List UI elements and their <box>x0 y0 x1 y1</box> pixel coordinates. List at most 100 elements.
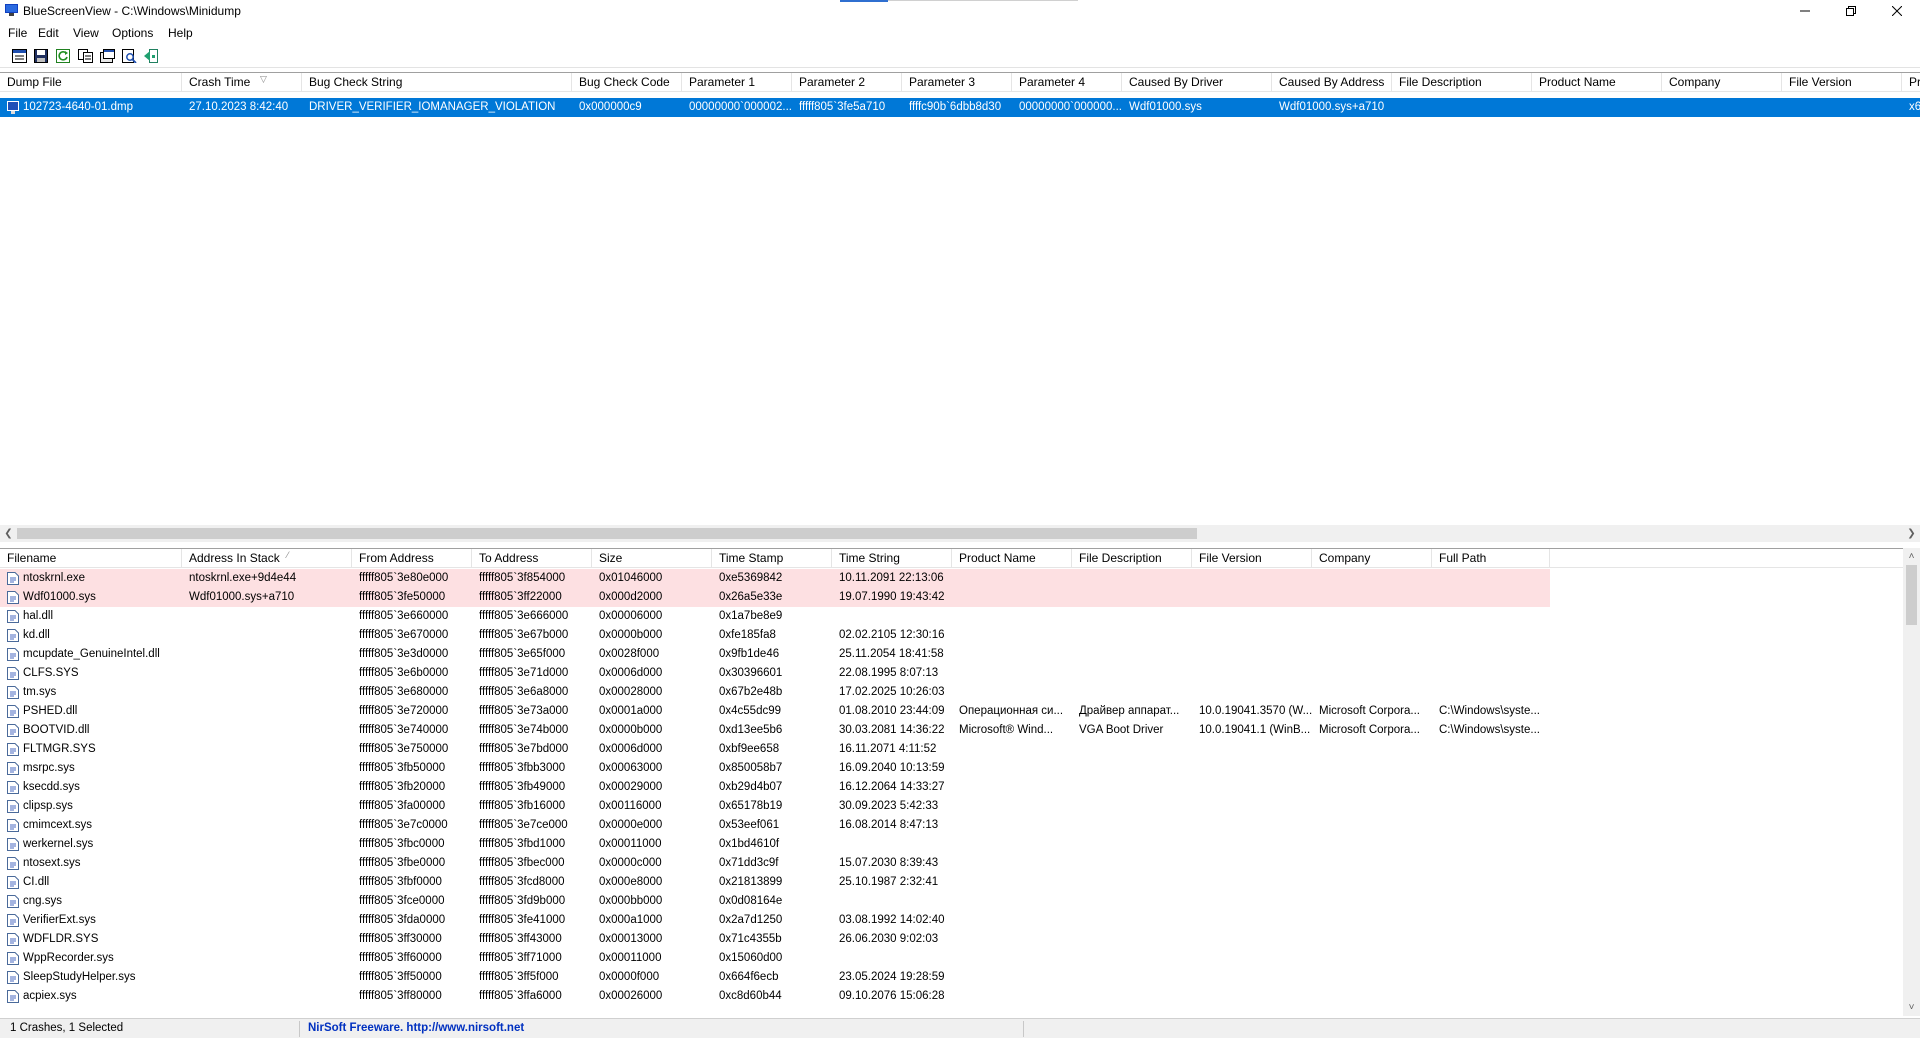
driver-row[interactable]: PSHED.dll fffff805`3e720000 fffff805`3e73a… <box>0 702 1920 721</box>
advanced-options-button[interactable] <box>98 47 116 65</box>
column-header-caused-by-address[interactable]: Caused By Address <box>1272 73 1392 92</box>
column-header-size[interactable]: Size <box>592 549 712 568</box>
column-header-parameter-2[interactable]: Parameter 2 <box>792 73 902 92</box>
menu-help[interactable]: Help <box>168 26 193 40</box>
driver-row[interactable]: tm.sys fffff805`3e680000 fffff805`3e6a8000… <box>0 683 1920 702</box>
driver-file-icon <box>7 838 19 851</box>
column-header-company[interactable]: Company <box>1662 73 1782 92</box>
scroll-left-arrow-icon[interactable]: ❮ <box>0 525 17 542</box>
cell-to-address: fffff805`3fbb3000 <box>479 762 566 774</box>
driver-row[interactable]: werkernel.sys fffff805`3fbc0000 fffff805`3… <box>0 835 1920 854</box>
properties-button[interactable] <box>10 47 28 65</box>
cell-time-string: 19.07.1990 19:43:42 <box>839 591 945 603</box>
cell-to-address: fffff805`3fe41000 <box>479 914 566 926</box>
scroll-up-arrow-icon[interactable]: ˄ <box>1903 548 1920 565</box>
column-header-parameter-4[interactable]: Parameter 4 <box>1012 73 1122 92</box>
copy-button[interactable] <box>76 47 94 65</box>
cell-filename: msrpc.sys <box>0 759 182 778</box>
driver-row[interactable]: acpiex.sys fffff805`3ff80000 fffff805`3ffa… <box>0 987 1920 1006</box>
column-header-to-address[interactable]: To Address <box>472 549 592 568</box>
column-header-parameter-3[interactable]: Parameter 3 <box>902 73 1012 92</box>
driver-row[interactable]: VerifierExt.sys fffff805`3fda0000 fffff805… <box>0 911 1920 930</box>
column-header-processor[interactable]: Pr <box>1902 73 1920 92</box>
scroll-down-arrow-icon[interactable]: ˅ <box>1903 999 1920 1016</box>
save-button[interactable] <box>32 47 50 65</box>
driver-row[interactable]: kd.dll fffff805`3e670000 fffff805`3e67b000… <box>0 626 1920 645</box>
column-header-dump-file[interactable]: Dump File <box>0 73 182 92</box>
scroll-right-arrow-icon[interactable]: ❯ <box>1903 525 1920 542</box>
horizontal-scrollbar[interactable]: ❮ ❯ <box>0 525 1920 542</box>
driver-row[interactable]: CI.dll fffff805`3fbf0000 fffff805`3fcd8000… <box>0 873 1920 892</box>
menu-file[interactable]: File <box>8 26 27 40</box>
cell-from-address: fffff805`3fa00000 <box>359 800 446 812</box>
cell-time-stamp: 0x53eef061 <box>719 819 780 831</box>
cell-time-string: 15.07.2030 8:39:43 <box>839 857 939 869</box>
column-header-bug-check-string[interactable]: Bug Check String <box>302 73 572 92</box>
driver-filename: WDFLDR.SYS <box>23 933 99 945</box>
cell-size: 0x0000f000 <box>599 971 660 983</box>
cell-product-name <box>952 854 1072 873</box>
driver-row[interactable]: mcupdate_GenuineIntel.dll fffff805`3e3d00… <box>0 645 1920 664</box>
column-header-crash-time[interactable]: Crash Time <box>182 73 302 92</box>
column-header-filename[interactable]: Filename <box>0 549 182 568</box>
cell-file-description <box>1072 949 1192 968</box>
cell-file-version <box>1192 987 1312 1006</box>
driver-row[interactable]: ntoskrnl.exe ntoskrnl.exe+9d4e44 fffff805`… <box>0 569 1920 588</box>
exit-button[interactable] <box>142 47 160 65</box>
driver-row[interactable]: hal.dll fffff805`3e660000 fffff805`3e66600… <box>0 607 1920 626</box>
column-header-bug-check-code[interactable]: Bug Check Code <box>572 73 682 92</box>
column-header-time-string[interactable]: Time String <box>832 549 952 568</box>
cell-from-address: fffff805`3e680000 <box>359 686 449 698</box>
driver-row[interactable]: cng.sys fffff805`3fce0000 fffff805`3fd9b00… <box>0 892 1920 911</box>
driver-row[interactable]: msrpc.sys fffff805`3fb50000 fffff805`3fbb3… <box>0 759 1920 778</box>
crash-row[interactable]: 102723-4640-01.dmp 27.10.2023 8:42:40 DR… <box>0 98 1920 117</box>
restore-button[interactable] <box>1828 0 1874 22</box>
close-button[interactable] <box>1874 0 1920 22</box>
cell-full-path <box>1432 892 1550 911</box>
column-header-file-description[interactable]: File Description <box>1392 73 1532 92</box>
cell-address-in-stack <box>182 645 352 664</box>
column-header-address-in-stack[interactable]: Address In Stack <box>182 549 352 568</box>
cell-from-address: fffff805`3ff60000 <box>359 952 442 964</box>
column-header-time-stamp[interactable]: Time Stamp <box>712 549 832 568</box>
driver-row[interactable]: clipsp.sys fffff805`3fa00000 fffff805`3fb1… <box>0 797 1920 816</box>
cell-company: Microsoft Corpora... <box>1319 705 1420 717</box>
driver-row[interactable]: WDFLDR.SYS fffff805`3ff30000 fffff805`3ff4… <box>0 930 1920 949</box>
driver-row[interactable]: SleepStudyHelper.sys fffff805`3ff50000 fff… <box>0 968 1920 987</box>
horizontal-scroll-thumb[interactable] <box>17 528 1197 539</box>
column-header-file-version[interactable]: File Version <box>1782 73 1902 92</box>
column-header-from-address[interactable]: From Address <box>352 549 472 568</box>
vertical-scroll-thumb[interactable] <box>1906 565 1917 625</box>
column-header-full-path[interactable]: Full Path <box>1432 549 1550 568</box>
menu-view[interactable]: View <box>73 26 99 40</box>
cell-size: 0x00011000 <box>599 838 662 850</box>
menu-options[interactable]: Options <box>112 26 153 40</box>
column-header-parameter-1[interactable]: Parameter 1 <box>682 73 792 92</box>
column-header-file-version[interactable]: File Version <box>1192 549 1312 568</box>
crash-list[interactable]: Dump File Crash Time ▽ Bug Check String … <box>0 72 1920 543</box>
vertical-scrollbar[interactable]: ˄ ˅ <box>1903 548 1920 1016</box>
column-header-company[interactable]: Company <box>1312 549 1432 568</box>
driver-row[interactable]: cmimcext.sys fffff805`3e7c0000 fffff805`3e… <box>0 816 1920 835</box>
column-header-caused-by-driver[interactable]: Caused By Driver <box>1122 73 1272 92</box>
driver-row[interactable]: ntosext.sys fffff805`3fbe0000 fffff805`3fb… <box>0 854 1920 873</box>
refresh-button[interactable] <box>54 47 72 65</box>
cell-file-version <box>1192 892 1312 911</box>
cell-size: 0x00029000 <box>599 781 663 793</box>
cell-file-description <box>1072 968 1192 987</box>
menu-edit[interactable]: Edit <box>38 26 59 40</box>
minimize-button[interactable] <box>1782 0 1828 22</box>
column-header-file-description[interactable]: File Description <box>1072 549 1192 568</box>
nirsoft-link[interactable]: NirSoft Freeware. http://www.nirsoft.net <box>308 1022 524 1034</box>
find-button[interactable] <box>120 47 138 65</box>
driver-row[interactable]: Wdf01000.sys Wdf01000.sys+a710 fffff805`3f… <box>0 588 1920 607</box>
driver-row[interactable]: CLFS.SYS fffff805`3e6b0000 fffff805`3e71d0… <box>0 664 1920 683</box>
column-header-product-name[interactable]: Product Name <box>952 549 1072 568</box>
column-header-product-name[interactable]: Product Name <box>1532 73 1662 92</box>
driver-row[interactable]: FLTMGR.SYS fffff805`3e750000 fffff805`3e7b… <box>0 740 1920 759</box>
driver-row[interactable]: BOOTVID.dll fffff805`3e740000 fffff805`3e7… <box>0 721 1920 740</box>
driver-row[interactable]: ksecdd.sys fffff805`3fb20000 fffff805`3fb4… <box>0 778 1920 797</box>
cell-product-name <box>952 930 1072 949</box>
driver-row[interactable]: WppRecorder.sys fffff805`3ff60000 fffff805… <box>0 949 1920 968</box>
driver-list[interactable]: Filename Address In Stack ⁄ From Address… <box>0 548 1920 1016</box>
